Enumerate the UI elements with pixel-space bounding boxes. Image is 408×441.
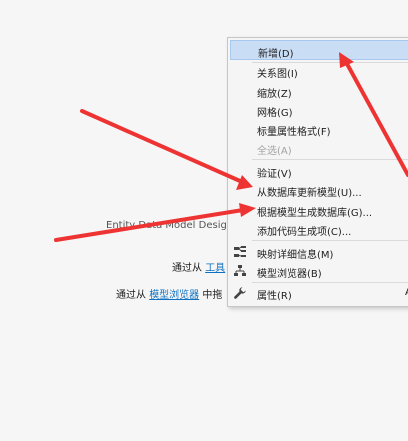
red-arrow-to-generate-database (54, 203, 256, 242)
red-arrow-to-add (339, 52, 408, 177)
red-arrow-to-update-model (80, 109, 253, 190)
annotation-arrows (54, 52, 408, 242)
